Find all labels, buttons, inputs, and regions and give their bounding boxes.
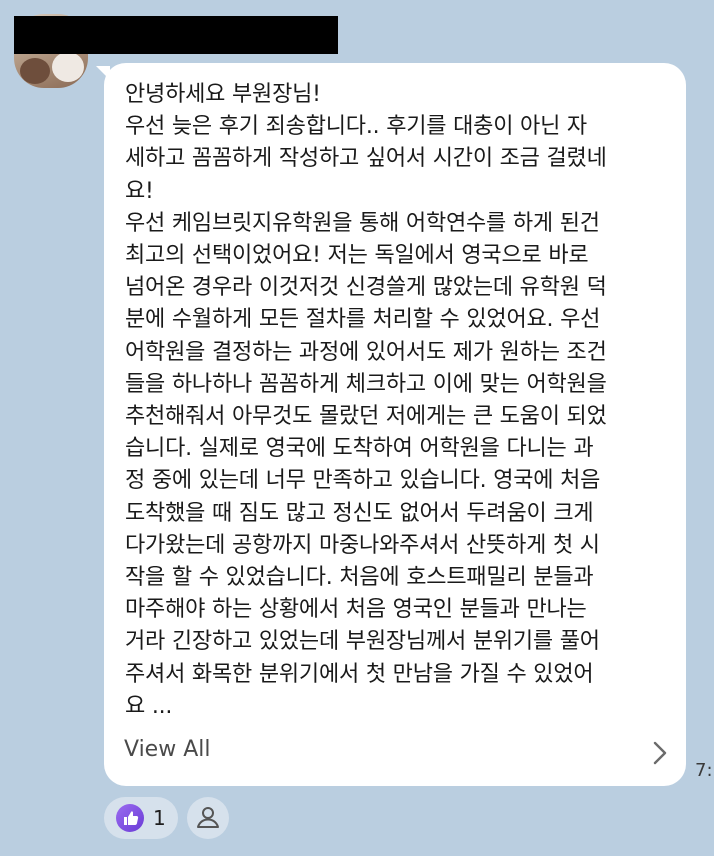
redacted-sender-name (14, 16, 338, 54)
message-line: 안녕하세요 부원장님! (125, 82, 321, 107)
message-line: 도착했을 때 짐도 많고 정신도 없어서 두려움이 크게 (125, 500, 594, 526)
person-icon (197, 807, 219, 828)
message-line: 우선 케임브릿지유학원을 통해 어학연수를 하게 된건 (125, 210, 600, 236)
message-timestamp: 7: (695, 760, 713, 781)
message-line: 세하고 꼼꼼하게 작성하고 싶어서 시간이 조금 걸렸네 (125, 146, 607, 172)
message-bubble[interactable]: 안녕하세요 부원장님! 우선 늦은 후기 죄송합니다.. 후기를 대충이 아닌 … (104, 63, 686, 786)
message-line: 최고의 선택이었어요! 저는 독일에서 영국으로 바로 (125, 243, 589, 269)
message-line: 어학원을 결정하는 과정에 있어서도 제가 원하는 조건 (125, 339, 607, 365)
message-line: 요! (125, 178, 154, 204)
reaction-users-button[interactable] (187, 797, 229, 839)
avatar-photo-detail (52, 52, 84, 82)
message-line: 거라 긴장하고 있었는데 부원장님께서 분위기를 풀어 (125, 629, 600, 655)
message-line: 넘어온 경우라 이것저것 신경쓸게 많았는데 유학원 덕 (125, 275, 607, 301)
message-line: 작을 할 수 있었습니다. 처음에 호스트패밀리 분들과 (125, 565, 594, 591)
avatar-photo-detail (20, 58, 50, 84)
message-line: 습니다. 실제로 영국에 도착하여 어학원을 다니는 과 (125, 436, 594, 462)
like-count: 1 (153, 806, 166, 830)
message-line: 다가왔는데 공항까지 마중나와주셔서 산뜻하게 첫 시 (125, 532, 600, 558)
message-line: 우선 늦은 후기 죄송합니다.. 후기를 대충이 아닌 자 (125, 114, 587, 140)
like-reaction-button[interactable]: 1 (104, 797, 178, 839)
message-line: 마주해야 하는 상황에서 처음 영국인 분들과 만나는 (125, 597, 587, 623)
message-line: 정 중에 있는데 너무 만족하고 있습니다. 영국에 처음 (125, 468, 601, 494)
message-line: 들을 하나하나 꼼꼼하게 체크하고 이에 맞는 어학원을 (125, 371, 607, 397)
chevron-right-icon[interactable] (648, 739, 672, 767)
message-line: 주셔서 화목한 분위기에서 첫 만남을 가질 수 있었어 (125, 661, 594, 687)
thumbs-up-icon (116, 804, 144, 832)
message-text: 안녕하세요 부원장님! 우선 늦은 후기 죄송합니다.. 후기를 대충이 아닌 … (125, 79, 673, 723)
message-line: 요 ... (125, 693, 173, 719)
message-line: 분에 수월하게 모든 절차를 처리할 수 있었어요. 우선 (125, 307, 601, 333)
message-line: 추천해줘서 아무것도 몰랐던 저에게는 큰 도움이 되었 (125, 404, 607, 430)
view-all-link[interactable]: View All (124, 737, 210, 762)
